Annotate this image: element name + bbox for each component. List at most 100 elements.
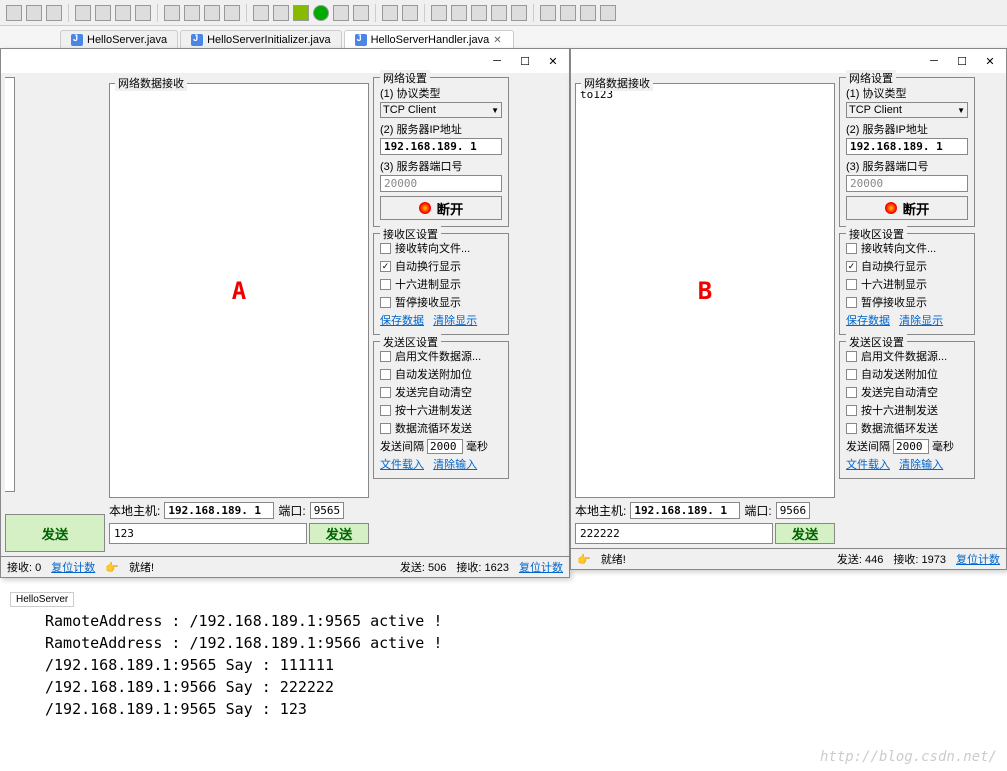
recv-textarea[interactable]: A <box>109 83 369 498</box>
toolbar-icon[interactable] <box>580 5 596 21</box>
send-input[interactable] <box>575 523 773 544</box>
server-ip-label: (2) 服务器IP地址 <box>846 121 968 137</box>
toolbar-icon[interactable] <box>75 5 91 21</box>
local-host-label: 本地主机: <box>109 502 160 519</box>
disconnect-button[interactable]: 断开 <box>380 196 502 220</box>
separator <box>424 4 425 22</box>
toolbar-icon[interactable] <box>431 5 447 21</box>
checkbox[interactable] <box>846 279 857 290</box>
clear-input-link[interactable]: 清除输入 <box>899 459 943 471</box>
chk-label: 数据流循环发送 <box>861 420 938 436</box>
checkbox[interactable] <box>380 423 391 434</box>
checkbox[interactable] <box>380 351 391 362</box>
checkbox[interactable] <box>846 243 857 254</box>
toolbar-icon[interactable] <box>164 5 180 21</box>
local-ip-input[interactable] <box>630 502 740 519</box>
toolbar-icon[interactable] <box>491 5 507 21</box>
file-load-link[interactable]: 文件载入 <box>846 459 890 471</box>
toolbar-icon[interactable] <box>471 5 487 21</box>
toolbar-icon[interactable] <box>95 5 111 21</box>
toolbar-icon[interactable] <box>26 5 42 21</box>
tab-helloserver[interactable]: HelloServer.java <box>60 30 178 49</box>
proto-combo[interactable]: TCP Client ▼ <box>846 102 968 118</box>
save-data-link[interactable]: 保存数据 <box>846 315 890 327</box>
save-data-link[interactable]: 保存数据 <box>380 315 424 327</box>
toolbar-icon[interactable] <box>511 5 527 21</box>
toolbar-icon[interactable] <box>184 5 200 21</box>
reset-link[interactable]: 复位计数 <box>519 559 563 575</box>
toolbar-icon[interactable] <box>402 5 418 21</box>
checkbox[interactable] <box>380 405 391 416</box>
checkbox[interactable] <box>846 351 857 362</box>
server-ip-input[interactable] <box>380 138 502 155</box>
checkbox[interactable]: ✓ <box>846 261 857 272</box>
close-icon[interactable]: ✕ <box>493 35 503 45</box>
toolbar-icon[interactable] <box>600 5 616 21</box>
toolbar-icon[interactable] <box>224 5 240 21</box>
server-ip-input[interactable] <box>846 138 968 155</box>
maximize-button[interactable]: ☐ <box>511 51 539 71</box>
toolbar-icon[interactable] <box>204 5 220 21</box>
clear-display-link[interactable]: 清除显示 <box>899 315 943 327</box>
close-button[interactable]: ✕ <box>976 51 1004 71</box>
toolbar-icon[interactable] <box>6 5 22 21</box>
interval-input[interactable] <box>427 439 463 454</box>
toolbar-icon[interactable] <box>115 5 131 21</box>
console-tab[interactable]: HelloServer <box>10 592 74 607</box>
disconnect-button[interactable]: 断开 <box>846 196 968 220</box>
checkbox[interactable]: ✓ <box>380 261 391 272</box>
titlebar: ─ ☐ ✕ <box>1 49 569 73</box>
tab-label: HelloServer.java <box>87 34 167 46</box>
checkbox[interactable] <box>380 279 391 290</box>
tab-helloserverhandler[interactable]: HelloServerHandler.java ✕ <box>344 30 515 49</box>
close-button[interactable]: ✕ <box>539 51 567 71</box>
local-ip-input[interactable] <box>164 502 274 519</box>
checkbox[interactable] <box>380 243 391 254</box>
toolbar-icon[interactable] <box>560 5 576 21</box>
chk-label: 自动发送附加位 <box>395 366 472 382</box>
proto-combo[interactable]: TCP Client ▼ <box>380 102 502 118</box>
toolbar-icon[interactable] <box>353 5 369 21</box>
checkbox[interactable] <box>846 387 857 398</box>
reset-link[interactable]: 复位计数 <box>956 551 1000 567</box>
checkbox[interactable] <box>380 369 391 380</box>
tab-helloserverinitializer[interactable]: HelloServerInitializer.java <box>180 30 342 49</box>
clear-display-link[interactable]: 清除显示 <box>433 315 477 327</box>
run-icon[interactable] <box>313 5 329 21</box>
server-port-input[interactable] <box>380 175 502 192</box>
send-button-left[interactable]: 发送 <box>5 514 105 552</box>
minimize-button[interactable]: ─ <box>483 51 511 71</box>
checkbox[interactable] <box>846 297 857 308</box>
checkbox[interactable] <box>380 297 391 308</box>
chk-label: 启用文件数据源... <box>395 348 481 364</box>
toolbar-icon[interactable] <box>46 5 62 21</box>
toolbar-icon[interactable] <box>253 5 269 21</box>
send-button[interactable]: 发送 <box>775 523 835 544</box>
maximize-button[interactable]: ☐ <box>948 51 976 71</box>
local-port-input[interactable] <box>776 502 810 519</box>
checkbox[interactable] <box>846 423 857 434</box>
checkbox[interactable] <box>846 369 857 380</box>
toolbar-icon[interactable] <box>135 5 151 21</box>
local-port-input[interactable] <box>310 502 344 519</box>
checkbox[interactable] <box>380 387 391 398</box>
recv-textarea[interactable]: to123 B <box>575 83 835 498</box>
interval-input[interactable] <box>893 439 929 454</box>
send-input[interactable] <box>109 523 307 544</box>
toolbar-icon[interactable] <box>333 5 349 21</box>
send-button[interactable]: 发送 <box>309 523 369 544</box>
checkbox[interactable] <box>846 405 857 416</box>
file-load-link[interactable]: 文件载入 <box>380 459 424 471</box>
reset-link[interactable]: 复位计数 <box>51 559 95 575</box>
minimize-button[interactable]: ─ <box>920 51 948 71</box>
port-label: 端口: <box>278 502 305 519</box>
toolbar-icon[interactable] <box>540 5 556 21</box>
group-title: 网络设置 <box>846 70 896 86</box>
toolbar-icon[interactable] <box>273 5 289 21</box>
toolbar-icon[interactable] <box>382 5 398 21</box>
server-port-input[interactable] <box>846 175 968 192</box>
recv-area-label: 网络数据接收 <box>581 75 653 91</box>
toolbar-icon[interactable] <box>451 5 467 21</box>
clear-input-link[interactable]: 清除输入 <box>433 459 477 471</box>
debug-icon[interactable] <box>293 5 309 21</box>
